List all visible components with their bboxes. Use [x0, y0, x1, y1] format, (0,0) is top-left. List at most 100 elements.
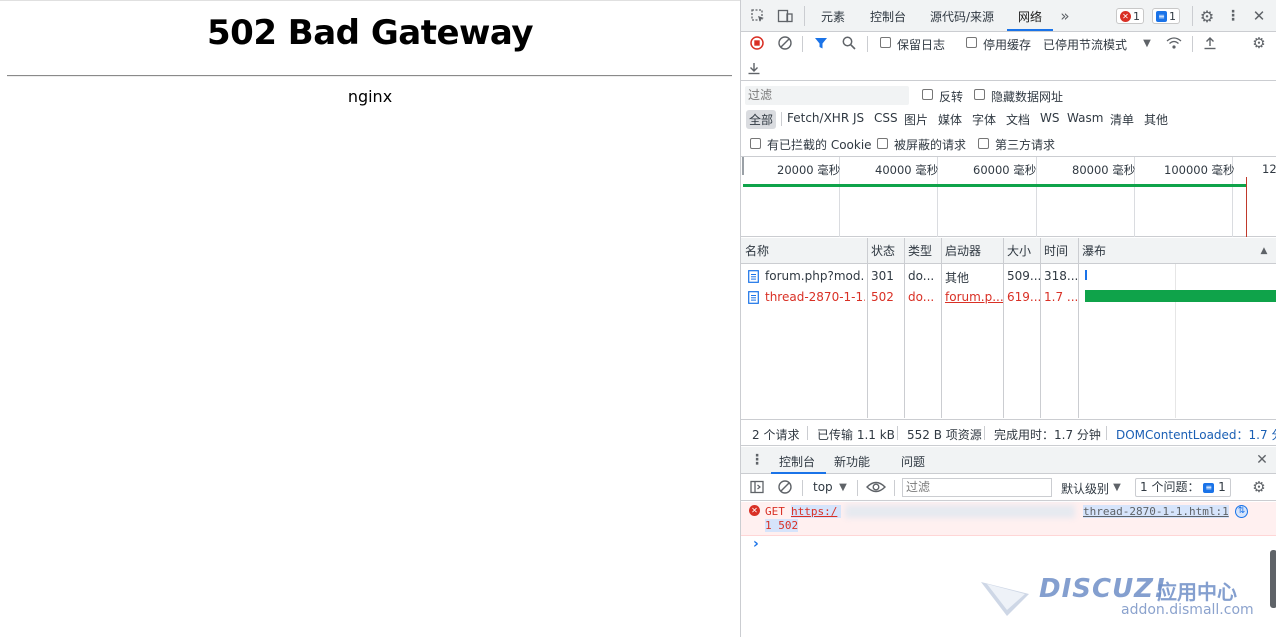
- timeline-tick-label: 120: [1262, 162, 1276, 176]
- request-type: do...: [908, 290, 935, 304]
- filter-icon[interactable]: [813, 35, 829, 51]
- timeline-tick-label: 100000 毫秒: [1164, 163, 1235, 177]
- disable-cache-checkbox[interactable]: [966, 37, 977, 48]
- dropdown-arrow-icon[interactable]: ▼: [1141, 35, 1153, 51]
- request-type: do...: [908, 269, 935, 283]
- invert-checkbox[interactable]: [922, 89, 933, 100]
- request-initiator: 其他: [945, 271, 970, 285]
- dropdown-arrow-icon[interactable]: ▼: [837, 479, 849, 495]
- drawer-tab-issues[interactable]: 问题: [901, 453, 925, 470]
- console-settings-gear-icon[interactable]: ⚙: [1250, 478, 1268, 496]
- timeline-handle[interactable]: [742, 157, 744, 175]
- sort-ascending-icon[interactable]: ▲: [1258, 243, 1270, 259]
- toolbar-divider: [867, 36, 868, 52]
- clear-console-icon[interactable]: [777, 479, 793, 495]
- toolbar-divider: [894, 480, 895, 496]
- network-conditions-icon[interactable]: [1165, 35, 1183, 51]
- summary-requests: 2 个请求: [752, 428, 800, 442]
- drawer-tab-whats-new[interactable]: 新功能: [834, 453, 870, 470]
- error-url-link[interactable]: https:/: [791, 505, 842, 518]
- load-event-marker: [1246, 177, 1247, 237]
- inspect-element-icon[interactable]: [749, 7, 767, 25]
- column-type[interactable]: 类型: [904, 238, 941, 264]
- column-initiator[interactable]: 启动器: [941, 238, 1003, 264]
- network-settings-gear-icon[interactable]: ⚙: [1250, 34, 1268, 52]
- tab-console[interactable]: 控制台: [870, 8, 906, 25]
- type-filter-media[interactable]: 媒体: [938, 111, 962, 128]
- third-party-checkbox[interactable]: [978, 138, 989, 149]
- type-filter-js[interactable]: JS: [853, 111, 864, 125]
- blocked-cookies-label: 有已拦截的 Cookie: [767, 138, 872, 152]
- type-filter-other[interactable]: 其他: [1144, 111, 1168, 128]
- blocked-requests-checkbox[interactable]: [877, 138, 888, 149]
- column-waterfall[interactable]: 瀑布: [1078, 238, 1276, 264]
- hide-data-urls-checkbox[interactable]: [974, 89, 985, 100]
- blocked-requests-label: 被屏蔽的请求: [894, 138, 967, 152]
- type-filter-all[interactable]: 全部: [746, 110, 777, 129]
- request-initiator-link[interactable]: forum.p...: [941, 290, 1003, 304]
- type-filter-manifest[interactable]: 清单: [1110, 111, 1134, 128]
- column-time[interactable]: 时间: [1040, 238, 1078, 264]
- error-source-link[interactable]: thread-2870-1-1.html:1: [1083, 505, 1229, 518]
- summary-resources: 552 B 项资源: [907, 428, 982, 442]
- error-count-badge[interactable]: ✕ 1: [1116, 8, 1144, 24]
- type-filter-wasm[interactable]: Wasm: [1067, 111, 1103, 125]
- timeline-overview[interactable]: 20000 毫秒 40000 毫秒 60000 毫秒 80000 毫秒 1000…: [741, 156, 1276, 237]
- request-size: 619...: [1007, 290, 1040, 304]
- tab-elements[interactable]: 元素: [821, 8, 845, 25]
- live-expression-eye-icon[interactable]: [865, 479, 887, 495]
- tab-network[interactable]: 网络: [1018, 8, 1042, 25]
- column-divider: [941, 238, 942, 418]
- column-size[interactable]: 大小: [1003, 238, 1040, 264]
- error-count: 1: [1133, 9, 1140, 23]
- scroll-handle[interactable]: [1270, 550, 1276, 608]
- table-row[interactable]: thread-2870-1-1... 502 do... forum.p... …: [741, 287, 1276, 308]
- throttling-select[interactable]: 已停用节流模式: [1043, 36, 1127, 53]
- search-icon[interactable]: [841, 35, 857, 51]
- console-filter-input[interactable]: 过滤: [902, 478, 1052, 497]
- close-drawer-icon[interactable]: ✕: [1254, 452, 1270, 468]
- table-row[interactable]: forum.php?mod... 301 do... 其他 509... 318…: [741, 266, 1276, 287]
- devtools-panel: 元素 控制台 源代码/来源 网络 » ✕ 1 ≡ 1 ⚙ ⋮ ✕ 保留日志 停用…: [740, 0, 1276, 637]
- message-count-badge[interactable]: ≡ 1: [1152, 8, 1180, 24]
- column-name[interactable]: 名称: [741, 238, 867, 264]
- drawer-menu-icon[interactable]: ⋮: [750, 452, 764, 468]
- summary-divider: [807, 426, 808, 440]
- log-level-select[interactable]: 默认级别: [1061, 480, 1109, 497]
- tab-sources[interactable]: 源代码/来源: [930, 8, 994, 25]
- network-filter-input[interactable]: 过滤: [745, 86, 909, 105]
- sidebar-toggle-icon[interactable]: [749, 479, 765, 495]
- record-stop-icon[interactable]: [749, 35, 765, 51]
- type-filter-xhr[interactable]: Fetch/XHR: [787, 111, 849, 125]
- issues-button[interactable]: 1 个问题： ≡ 1: [1135, 478, 1231, 497]
- error-method: GET: [765, 505, 785, 518]
- import-har-icon[interactable]: [1202, 35, 1218, 51]
- settings-gear-icon[interactable]: ⚙: [1198, 7, 1216, 26]
- type-filter-img[interactable]: 图片: [904, 111, 928, 128]
- blocked-cookies-checkbox[interactable]: [750, 138, 761, 149]
- type-filter-ws[interactable]: WS: [1040, 111, 1059, 125]
- column-divider: [867, 238, 868, 418]
- more-vertical-icon[interactable]: ⋮: [1226, 7, 1240, 25]
- clear-icon[interactable]: [777, 35, 793, 51]
- column-status[interactable]: 状态: [867, 238, 904, 264]
- message-count: 1: [1169, 9, 1176, 23]
- dropdown-arrow-icon[interactable]: ▼: [1111, 479, 1123, 495]
- double-chevron-icon[interactable]: »: [1057, 7, 1073, 25]
- network-request-icon[interactable]: ⇅: [1235, 505, 1248, 518]
- drawer-tab-console[interactable]: 控制台: [779, 453, 815, 470]
- export-har-icon[interactable]: [746, 60, 762, 76]
- toolbar-divider: [802, 36, 803, 52]
- type-filter-doc[interactable]: 文档: [1006, 111, 1030, 128]
- console-toolbar: top ▼ 过滤 默认级别 ▼ 1 个问题： ≡ 1 ⚙: [741, 474, 1276, 501]
- type-filter-font[interactable]: 字体: [972, 111, 996, 128]
- console-prompt[interactable]: ›: [753, 536, 759, 552]
- close-devtools-icon[interactable]: ✕: [1250, 7, 1268, 25]
- timeline-tick-label: 40000 毫秒: [875, 163, 939, 177]
- device-toolbar-icon[interactable]: [776, 7, 794, 25]
- preserve-log-checkbox[interactable]: [880, 37, 891, 48]
- page-heading: 502 Bad Gateway: [207, 13, 533, 53]
- console-error-message[interactable]: ✕ GET https:/ thread-2870-1-1.html:1 ⇅ 1…: [741, 502, 1276, 536]
- context-select[interactable]: top: [813, 480, 833, 494]
- type-filter-css[interactable]: CSS: [874, 111, 898, 125]
